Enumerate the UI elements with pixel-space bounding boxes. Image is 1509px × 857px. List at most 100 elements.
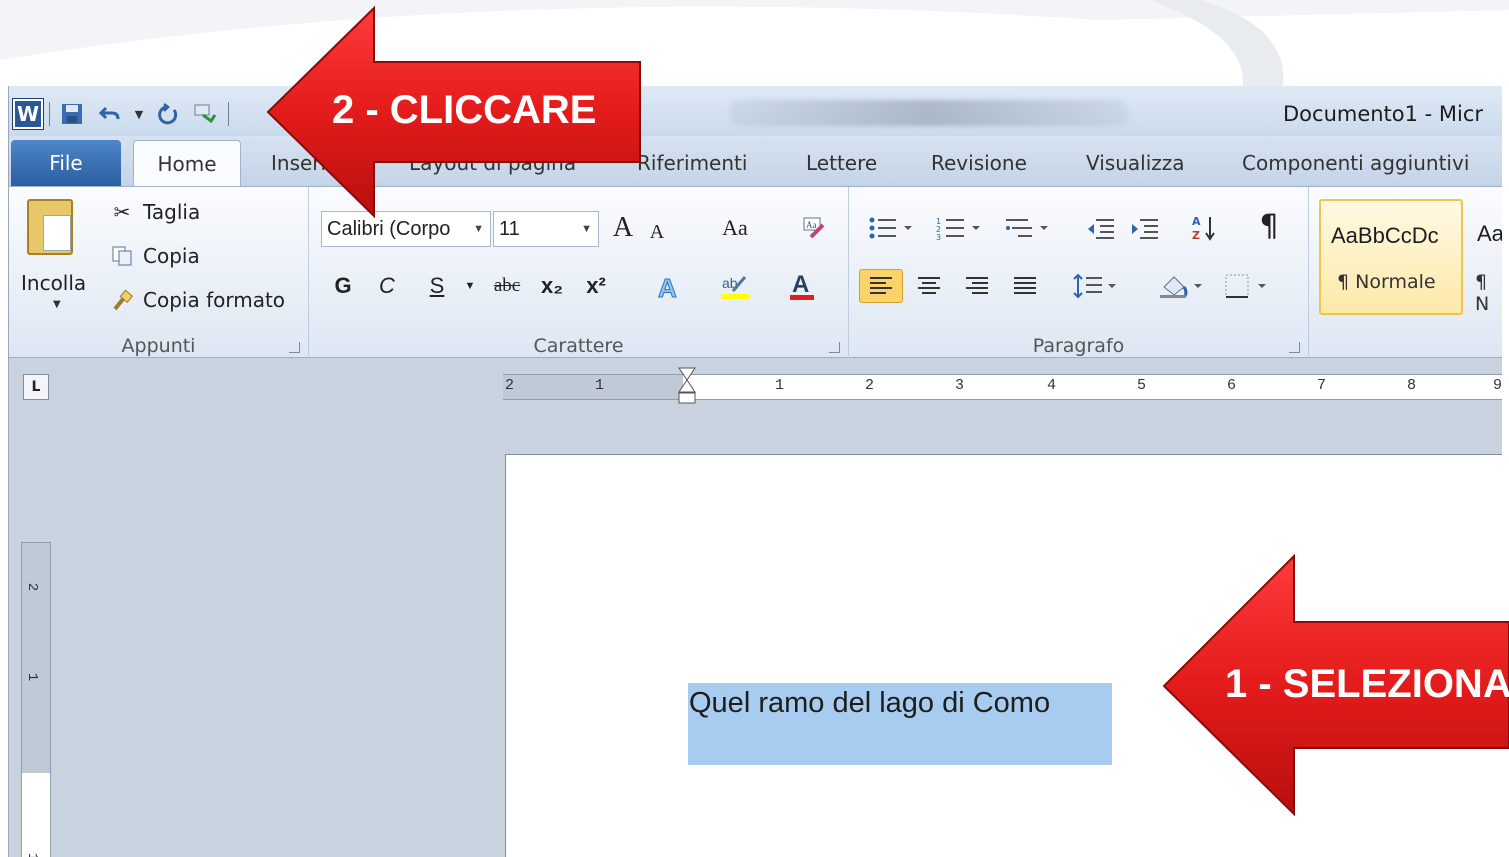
save-icon[interactable]: [56, 98, 88, 130]
shading-icon[interactable]: [1155, 269, 1209, 303]
align-center-icon[interactable]: [907, 269, 951, 303]
tab-addins[interactable]: Componenti aggiuntivi: [1242, 140, 1469, 186]
tab-selector-icon[interactable]: L: [23, 374, 49, 400]
ruler-margin: [503, 375, 683, 399]
strikethrough-button[interactable]: abc: [487, 269, 527, 303]
tab-references[interactable]: Riferimenti: [637, 140, 747, 186]
step1-label: 1 - SELEZIONARE: [1225, 662, 1509, 706]
quick-access-toolbar: W ▼: [13, 96, 229, 132]
paragraph-group: 123 AZ ¶ Paragrafo: [849, 187, 1309, 359]
ruler-number: 2: [505, 377, 515, 394]
document-page[interactable]: Quel ramo del lago di Como: [505, 454, 1502, 857]
copy-label: Copia: [143, 244, 200, 268]
style-next-name[interactable]: ¶ N: [1475, 271, 1502, 315]
cut-label: Taglia: [143, 200, 201, 224]
highlight-icon[interactable]: ab: [715, 269, 755, 303]
font-family-select[interactable]: Calibri (Corpo ▼: [321, 211, 491, 247]
font-family-value: Calibri (Corpo: [327, 217, 451, 240]
font-color-icon[interactable]: A: [785, 269, 819, 303]
tab-home[interactable]: Home: [133, 140, 241, 186]
chevron-down-icon: ▼: [581, 223, 592, 235]
repeat-format-icon[interactable]: [190, 98, 222, 130]
ruler-number: 8: [1407, 377, 1417, 394]
clipboard-group-label: Appunti: [121, 335, 196, 357]
paste-dropdown-icon[interactable]: ▼: [53, 299, 61, 310]
cut-button[interactable]: ✂ Taglia: [109, 199, 201, 225]
svg-text:A: A: [658, 273, 677, 301]
svg-text:A: A: [792, 271, 809, 298]
align-left-icon[interactable]: [859, 269, 903, 303]
bold-button[interactable]: G: [329, 269, 357, 303]
document-text[interactable]: Quel ramo del lago di Como: [689, 687, 1050, 720]
paste-icon[interactable]: [27, 199, 73, 255]
grow-font-button[interactable]: A: [607, 211, 639, 245]
clipboard-launcher-icon[interactable]: [289, 342, 300, 353]
format-painter-button[interactable]: Copia formato: [109, 287, 285, 313]
vertical-ruler[interactable]: 2 1 1: [21, 542, 51, 857]
ruler-number: 9: [1493, 377, 1502, 394]
align-right-icon[interactable]: [955, 269, 999, 303]
indent-marker-icon[interactable]: [677, 366, 697, 406]
ruler-number: 7: [1317, 377, 1327, 394]
undo-icon[interactable]: [94, 98, 126, 130]
decrease-indent-icon[interactable]: [1081, 211, 1121, 245]
tab-file[interactable]: File: [11, 140, 121, 186]
paragraph-group-label: Paragrafo: [1032, 335, 1125, 357]
ruler-area: L 2 1 1 2 3 4 5 6 7 8 9: [9, 358, 1502, 454]
blurred-title: [729, 100, 1129, 126]
tab-insert[interactable]: Inseri: [271, 140, 326, 186]
horizontal-ruler[interactable]: 2 1 1 2 3 4 5 6 7 8 9: [503, 374, 1502, 400]
undo-dropdown-icon[interactable]: ▼: [132, 98, 146, 130]
style-normal[interactable]: AaBbCcDc ¶ Normale: [1319, 199, 1463, 315]
chevron-down-icon: ▼: [473, 223, 484, 235]
borders-icon[interactable]: [1221, 269, 1275, 303]
superscript-button[interactable]: x²: [579, 269, 613, 303]
svg-text:Z: Z: [1192, 229, 1200, 242]
font-size-select[interactable]: 11 ▼: [493, 211, 599, 247]
underline-button[interactable]: S: [423, 269, 451, 303]
subscript-button[interactable]: x₂: [535, 269, 569, 303]
italic-button[interactable]: C: [373, 269, 401, 303]
tab-mailings[interactable]: Lettere: [806, 140, 877, 186]
line-spacing-icon[interactable]: [1069, 269, 1121, 303]
redo-icon[interactable]: [152, 98, 184, 130]
ruler-number: 1: [595, 377, 605, 394]
word-window: W ▼ Documento1 - Micr File Home Inseri L…: [8, 86, 1502, 857]
underline-dropdown-icon[interactable]: ▼: [463, 269, 477, 303]
font-launcher-icon[interactable]: [829, 342, 840, 353]
ribbon: Incolla ▼ ✂ Taglia Copia Copia formato A…: [9, 186, 1502, 359]
numbering-icon[interactable]: 123: [933, 211, 989, 245]
multilevel-list-icon[interactable]: [1001, 211, 1057, 245]
copy-button[interactable]: Copia: [109, 243, 200, 269]
qat-separator: [49, 102, 50, 126]
vruler-number: 1: [24, 672, 41, 682]
tab-page-layout[interactable]: Layout di pagina: [409, 140, 576, 186]
change-case-button[interactable]: Aa: [713, 211, 757, 245]
increase-indent-icon[interactable]: [1125, 211, 1165, 245]
svg-text:3: 3: [936, 233, 941, 240]
font-group-label: Carattere: [533, 335, 624, 357]
tab-review[interactable]: Revisione: [931, 140, 1027, 186]
justify-icon[interactable]: [1003, 269, 1047, 303]
show-marks-button[interactable]: ¶: [1249, 209, 1289, 244]
shrink-font-button[interactable]: A: [643, 215, 671, 249]
paste-button[interactable]: Incolla: [21, 271, 86, 295]
bullets-icon[interactable]: [865, 211, 921, 245]
ruler-number: 3: [955, 377, 965, 394]
vruler-margin: [22, 543, 50, 773]
clear-formatting-icon[interactable]: Aa: [797, 211, 831, 245]
text-effects-icon[interactable]: A: [649, 269, 689, 303]
word-icon[interactable]: W: [13, 99, 43, 129]
ruler-number: 4: [1047, 377, 1057, 394]
sort-icon[interactable]: AZ: [1185, 211, 1225, 245]
ribbon-tabs: File Home Inseri Layout di pagina Riferi…: [9, 136, 1502, 186]
tab-view[interactable]: Visualizza: [1086, 140, 1185, 186]
style-next-sample[interactable]: Aa: [1477, 221, 1502, 247]
clipboard-group: Incolla ▼ ✂ Taglia Copia Copia formato A…: [9, 187, 309, 359]
font-group: Calibri (Corpo ▼ 11 ▼ A A Aa Aa G C S ▼ …: [309, 187, 849, 359]
svg-text:Aa: Aa: [806, 220, 817, 230]
vruler-number: 1: [24, 852, 41, 857]
copy-icon: [109, 243, 135, 269]
qat-separator-2: [228, 102, 229, 126]
paragraph-launcher-icon[interactable]: [1289, 342, 1300, 353]
